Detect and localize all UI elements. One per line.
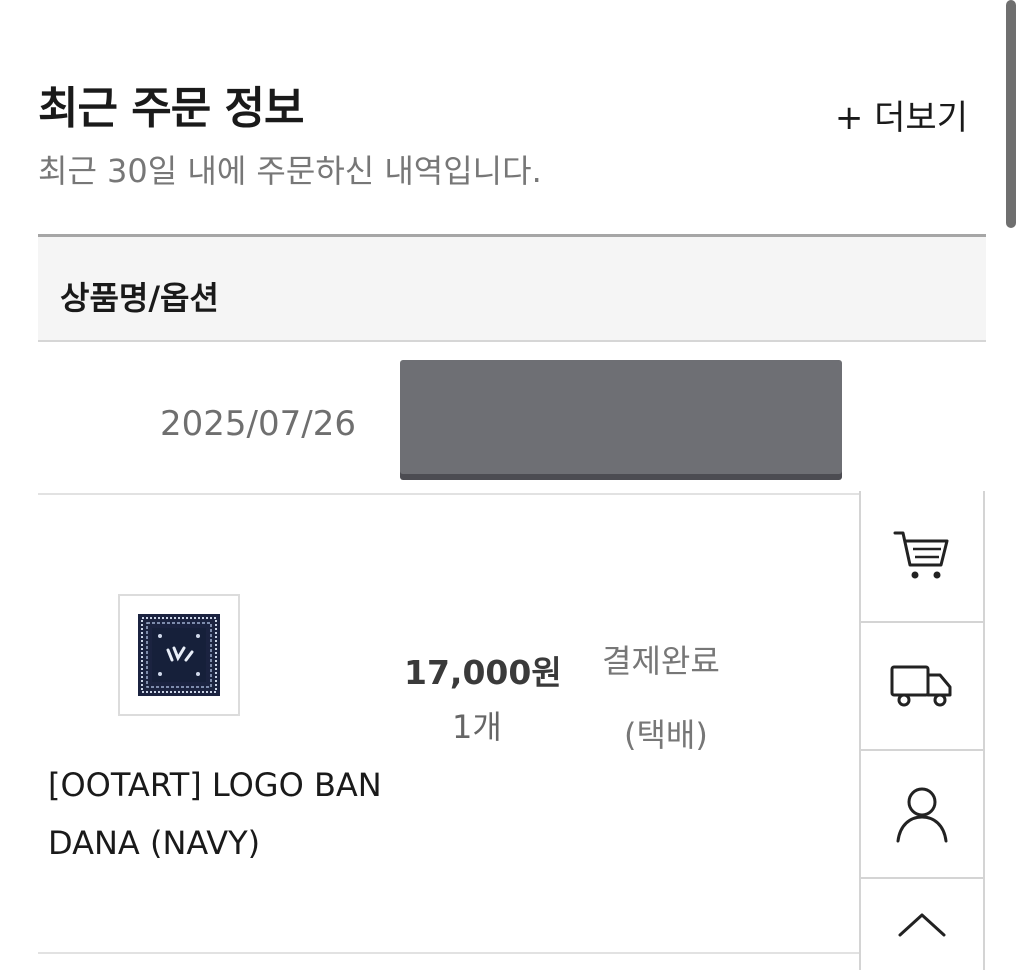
order-status: 결제완료 — [602, 642, 720, 680]
product-quantity: 1개 — [452, 708, 502, 746]
bandana-image — [138, 614, 220, 696]
scrollbar[interactable] — [1006, 0, 1016, 228]
my-page-button[interactable] — [861, 749, 983, 877]
page-subtitle: 최근 30일 내에 주문하신 내역입니다. — [38, 152, 542, 190]
row-bottom-divider — [38, 952, 860, 954]
table-header: 상품명/옵션 — [38, 234, 986, 342]
order-date: 2025/07/26 — [160, 404, 356, 444]
user-icon — [896, 787, 948, 843]
product-thumbnail[interactable] — [118, 594, 240, 716]
chevron-up-icon — [898, 913, 946, 937]
more-link[interactable]: + 더보기 — [835, 90, 968, 139]
product-name[interactable]: [OOTART] LOGO BANDANA (NAVY) — [48, 756, 388, 872]
row-divider — [38, 493, 860, 495]
cart-button[interactable] — [861, 491, 983, 621]
redacted-block — [400, 360, 842, 474]
page-title: 최근 주문 정보 — [38, 83, 305, 134]
scroll-top-button[interactable] — [861, 877, 983, 970]
column-header-product: 상품명/옵션 — [60, 279, 219, 317]
product-price: 17,000원 — [404, 653, 562, 692]
side-rail — [859, 491, 985, 970]
truck-icon — [890, 665, 952, 707]
cart-icon — [893, 531, 949, 579]
delivery-type: (택배) — [624, 716, 708, 754]
delivery-tracking-button[interactable] — [861, 621, 983, 749]
